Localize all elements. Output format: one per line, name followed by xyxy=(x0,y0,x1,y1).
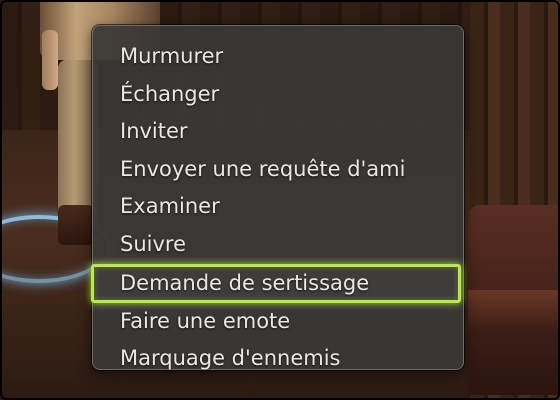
menu-item-emote[interactable]: Faire une emote xyxy=(93,303,463,341)
context-menu: Murmurer Échanger Inviter Envoyer une re… xyxy=(91,25,464,370)
menu-item-follow[interactable]: Suivre xyxy=(93,226,463,264)
menu-item-trade[interactable]: Échanger xyxy=(93,76,463,114)
game-scene: Murmurer Échanger Inviter Envoyer une re… xyxy=(0,0,560,400)
character-boot xyxy=(58,205,94,245)
menu-item-examine[interactable]: Examiner xyxy=(93,188,463,226)
menu-item-friend-request[interactable]: Envoyer une requête d'ami xyxy=(93,151,463,189)
menu-item-whisper[interactable]: Murmurer xyxy=(93,38,463,76)
character-arm xyxy=(42,30,58,90)
menu-item-meld-request[interactable]: Demande de sertissage xyxy=(91,263,461,303)
menu-item-invite[interactable]: Inviter xyxy=(93,113,463,151)
couch-seat xyxy=(468,290,560,330)
menu-item-enemy-marking[interactable]: Marquage d'ennemis xyxy=(93,340,463,378)
